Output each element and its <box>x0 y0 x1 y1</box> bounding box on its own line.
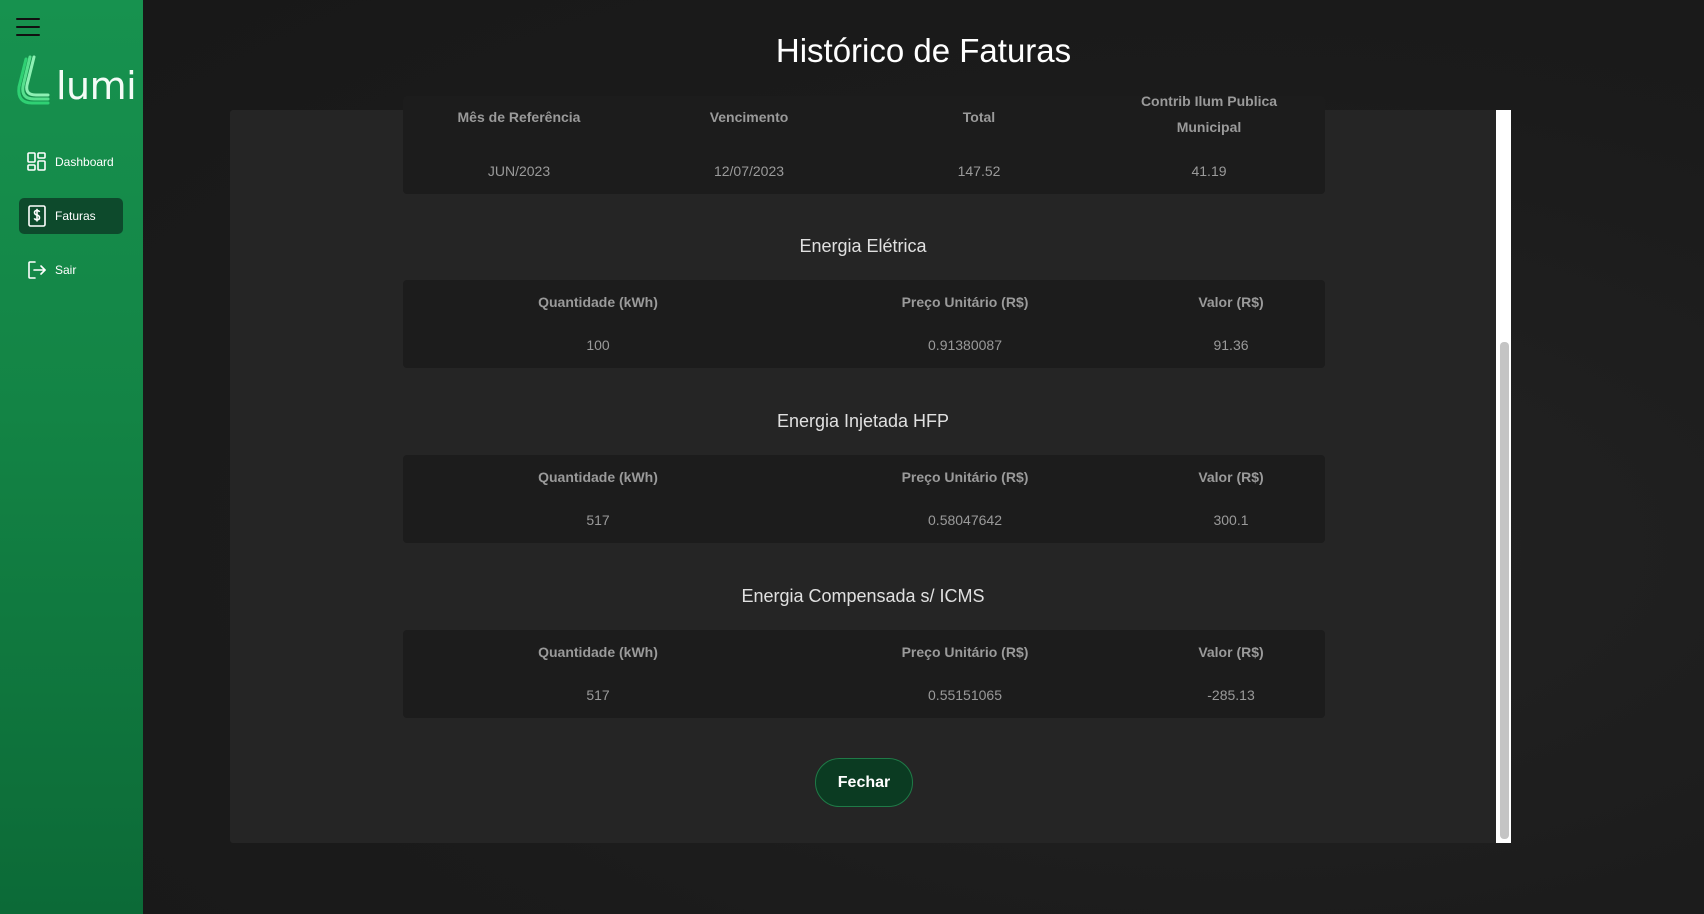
header-preco-unitario: Preço Unitário (R$) <box>901 644 1029 660</box>
cell-valor: 91.36 <box>1213 337 1249 353</box>
header-quantidade: Quantidade (kWh) <box>538 644 658 660</box>
cell-quantidade: 100 <box>586 337 610 353</box>
menu-icon[interactable] <box>16 18 40 38</box>
logout-icon <box>27 259 47 281</box>
sidebar-item-faturas[interactable]: Faturas <box>19 198 123 234</box>
cell-total: 147.52 <box>957 163 1001 179</box>
sidebar-item-sair[interactable]: Sair <box>19 252 123 288</box>
dashboard-icon <box>27 151 47 173</box>
sidebar-item-label: Dashboard <box>55 155 114 169</box>
table-energia-compensada: Quantidade (kWh) Preço Unitário (R$) Val… <box>403 630 1325 718</box>
section-title-energia-eletrica: Energia Elétrica <box>799 236 927 256</box>
header-total: Total <box>962 109 996 125</box>
section-title-energia-compensada: Energia Compensada s/ ICMS <box>741 586 985 606</box>
sidebar-item-dashboard[interactable]: Dashboard <box>19 144 123 180</box>
invoice-dollar-icon <box>27 205 47 227</box>
cell-mes-referencia: JUN/2023 <box>487 163 551 179</box>
section-title-energia-injetada: Energia Injetada HFP <box>776 411 950 431</box>
cell-vencimento: 12/07/2023 <box>713 163 785 179</box>
cell-quantidade: 517 <box>586 687 610 703</box>
cell-valor: 300.1 <box>1213 512 1249 528</box>
sidebar-item-label: Faturas <box>55 209 96 223</box>
logo-text: lumi <box>56 64 137 108</box>
header-preco-unitario: Preço Unitário (R$) <box>901 294 1029 310</box>
cell-preco-unitario: 0.91380087 <box>928 337 1002 353</box>
header-quantidade: Quantidade (kWh) <box>538 469 658 485</box>
cell-preco-unitario: 0.58047642 <box>928 512 1002 528</box>
cell-valor: -285.13 <box>1207 687 1255 703</box>
header-valor: Valor (R$) <box>1198 294 1264 310</box>
modal-scrollbar-thumb[interactable] <box>1500 342 1509 839</box>
header-preco-unitario: Preço Unitário (R$) <box>901 469 1029 485</box>
table-energia-injetada: Quantidade (kWh) Preço Unitário (R$) Val… <box>403 455 1325 543</box>
sidebar-item-label: Sair <box>55 263 77 277</box>
cell-quantidade: 517 <box>586 512 610 528</box>
header-valor: Valor (R$) <box>1198 644 1264 660</box>
header-valor: Valor (R$) <box>1198 469 1264 485</box>
header-vencimento: Vencimento <box>709 109 789 125</box>
sidebar: lumi Dashboard Faturas Sair <box>0 0 143 914</box>
header-mes-referencia: Mês de Referência <box>457 109 581 125</box>
cell-preco-unitario: 0.55151065 <box>928 687 1002 703</box>
summary-table: Mês de Referência Vencimento Total Contr… <box>403 93 1325 194</box>
close-button[interactable]: Fechar <box>815 758 913 807</box>
header-municipal: Municipal <box>1176 119 1242 135</box>
cell-contrib-ilum: 41.19 <box>1191 163 1227 179</box>
header-quantidade: Quantidade (kWh) <box>538 294 658 310</box>
table-energia-eletrica: Quantidade (kWh) Preço Unitário (R$) Val… <box>403 280 1325 368</box>
